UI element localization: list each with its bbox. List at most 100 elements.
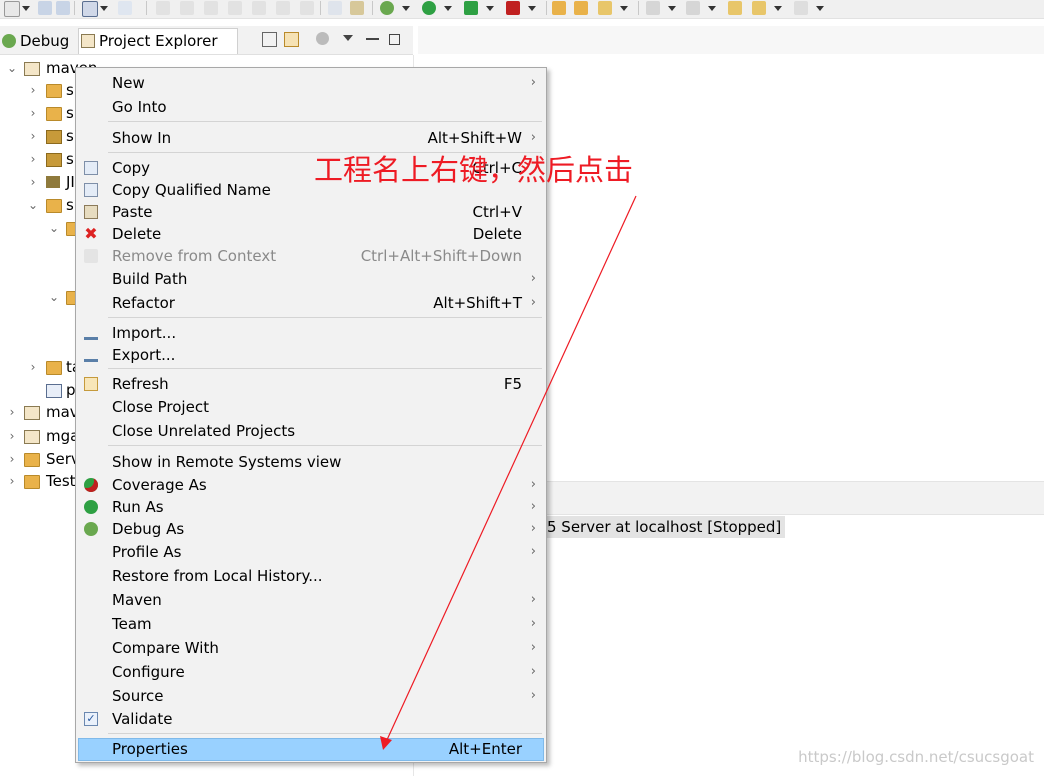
tree-row[interactable]: › s [0, 125, 75, 147]
view-menu-icon[interactable] [343, 35, 353, 41]
new-dropdown-icon[interactable] [22, 6, 30, 11]
menu-item-close-project[interactable]: Close Project [78, 396, 544, 418]
debug-icon[interactable] [380, 1, 394, 15]
tree-row[interactable]: › mga [0, 425, 80, 447]
menu-item-delete[interactable]: ✖ Delete Delete [78, 223, 544, 245]
tree-row[interactable]: › s [0, 102, 75, 124]
menu-item-properties[interactable]: Properties Alt+Enter [78, 738, 544, 761]
tree-row[interactable]: › JI [0, 171, 75, 193]
menu-item-run-as[interactable]: Run As › [78, 496, 544, 518]
link-with-editor-icon[interactable] [284, 32, 299, 47]
expand-icon[interactable]: › [26, 171, 40, 193]
menu-item-go-into[interactable]: Go Into [78, 96, 544, 118]
back-icon[interactable] [752, 1, 766, 15]
terminate-icon[interactable] [204, 1, 218, 15]
skip-breakpoints-icon[interactable] [118, 1, 132, 15]
step-into-icon[interactable] [252, 1, 266, 15]
menu-item-restore-from-local-history[interactable]: Restore from Local History... [78, 565, 544, 587]
save-all-icon[interactable] [56, 1, 70, 15]
menu-item-paste[interactable]: Paste Ctrl+V [78, 201, 544, 223]
collapse-icon[interactable]: ⌄ [26, 194, 40, 216]
tree-row[interactable]: › s [0, 148, 75, 170]
save-icon[interactable] [38, 1, 52, 15]
tree-row[interactable]: › ta [0, 356, 81, 378]
run-dropdown-icon[interactable] [444, 6, 452, 11]
disconnect-icon[interactable] [228, 1, 242, 15]
drop-to-frame-icon[interactable] [350, 1, 364, 15]
expand-icon[interactable]: › [26, 102, 40, 124]
menu-item-export[interactable]: Export... [78, 344, 544, 366]
open-type-icon[interactable] [574, 1, 588, 15]
external-tools-icon[interactable] [506, 1, 520, 15]
previous-annotation-dropdown-icon[interactable] [708, 6, 716, 11]
tree-row[interactable]: › s [0, 79, 75, 101]
menu-item-team[interactable]: Team › [78, 613, 544, 635]
expand-icon[interactable]: › [5, 470, 19, 492]
external-tools-dropdown-icon[interactable] [528, 6, 536, 11]
previous-annotation-icon[interactable] [686, 1, 700, 15]
search-dropdown-icon[interactable] [620, 6, 628, 11]
expand-icon[interactable]: › [5, 401, 19, 423]
menu-item-refactor[interactable]: Refactor Alt+Shift+T › [78, 292, 544, 314]
tree-row[interactable]: › mav [0, 401, 79, 423]
tree-row[interactable]: p [0, 379, 76, 401]
search-icon[interactable] [598, 1, 612, 15]
tree-row[interactable]: › Serv [0, 448, 80, 470]
expand-icon[interactable]: › [26, 148, 40, 170]
new-icon[interactable] [4, 1, 20, 17]
coverage-icon[interactable] [464, 1, 478, 15]
menu-item-compare-with[interactable]: Compare With › [78, 637, 544, 659]
tree-row[interactable]: ⌄ [0, 217, 76, 239]
menu-item-profile-as[interactable]: Profile As › [78, 541, 544, 563]
menu-item-show-in-remote-systems-view[interactable]: Show in Remote Systems view [78, 451, 544, 473]
focus-on-active-task-icon[interactable] [316, 32, 329, 45]
expand-icon[interactable]: › [5, 448, 19, 470]
tree-row[interactable]: ⌄ [0, 286, 76, 308]
back-dropdown-icon[interactable] [774, 6, 782, 11]
forward-dropdown-icon[interactable] [816, 6, 824, 11]
expand-icon[interactable]: › [5, 425, 19, 447]
step-return-icon[interactable] [300, 1, 314, 15]
last-edit-location-icon[interactable] [728, 1, 742, 15]
menu-item-show-in[interactable]: Show In Alt+Shift+W › [78, 127, 544, 149]
maximize-icon[interactable] [389, 34, 400, 45]
resume-icon[interactable] [156, 1, 170, 15]
expand-icon[interactable]: › [26, 79, 40, 101]
tree-row[interactable]: › Test [0, 470, 76, 492]
menu-item-debug-as[interactable]: Debug As › [78, 518, 544, 540]
expand-icon[interactable]: › [26, 356, 40, 378]
collapse-all-icon[interactable] [262, 32, 277, 47]
use-step-filters-icon[interactable] [328, 1, 342, 15]
next-annotation-icon[interactable] [646, 1, 660, 15]
menu-item-coverage-as[interactable]: Coverage As › [78, 474, 544, 496]
menu-item-import[interactable]: Import... [78, 322, 544, 344]
tab-project-explorer[interactable]: Project Explorer⊠ [78, 28, 238, 73]
debug-dropdown-icon[interactable] [402, 6, 410, 11]
collapse-icon[interactable]: ⌄ [47, 217, 61, 239]
step-over-icon[interactable] [276, 1, 290, 15]
menu-item-new[interactable]: New › [78, 72, 544, 94]
expand-icon[interactable]: › [26, 125, 40, 147]
collapse-icon[interactable]: ⌄ [47, 286, 61, 308]
menu-item-build-path[interactable]: Build Path › [78, 268, 544, 290]
menu-item-maven[interactable]: Maven › [78, 589, 544, 611]
print-dropdown-icon[interactable] [100, 6, 108, 11]
menu-item-close-unrelated-projects[interactable]: Close Unrelated Projects [78, 420, 544, 442]
menu-item-configure[interactable]: Configure › [78, 661, 544, 683]
suspend-icon[interactable] [180, 1, 194, 15]
tab-debug[interactable]: Debug [2, 30, 69, 52]
menu-item-refresh[interactable]: Refresh F5 [78, 373, 544, 395]
menu-item-remove-from-context[interactable]: Remove from Context Ctrl+Alt+Shift+Down [78, 245, 544, 267]
server-entry[interactable]: 5 Server at localhost [Stopped] [545, 516, 786, 538]
print-icon[interactable] [82, 1, 98, 17]
coverage-dropdown-icon[interactable] [486, 6, 494, 11]
collapse-icon[interactable]: ⌄ [5, 57, 19, 79]
menu-item-validate[interactable]: ✓ Validate [78, 708, 544, 730]
new-java-project-icon[interactable] [552, 1, 566, 15]
menu-item-source[interactable]: Source › [78, 685, 544, 707]
forward-icon[interactable] [794, 1, 808, 15]
next-annotation-dropdown-icon[interactable] [668, 6, 676, 11]
minimize-icon[interactable] [366, 38, 379, 40]
tree-row[interactable]: ⌄ s [0, 194, 75, 216]
run-icon[interactable] [422, 1, 436, 15]
